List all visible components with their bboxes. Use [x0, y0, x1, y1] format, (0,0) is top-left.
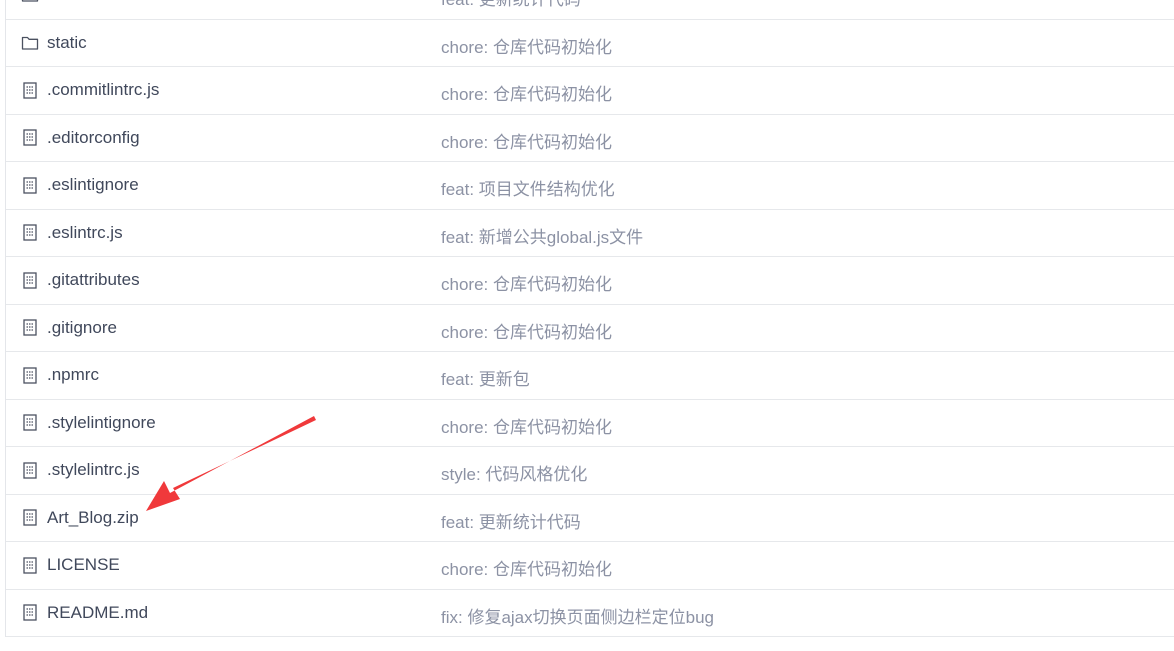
file-icon	[21, 129, 39, 147]
file-icon	[21, 556, 39, 574]
file-name[interactable]: .stylelintrc.js	[47, 460, 140, 480]
file-icon	[21, 414, 39, 432]
commit-message[interactable]: chore: 仓库代码初始化	[441, 80, 612, 105]
commit-message[interactable]: chore: 仓库代码初始化	[441, 413, 612, 438]
commit-message[interactable]: chore: 仓库代码初始化	[441, 318, 612, 343]
file-name[interactable]: Art_Blog.zip	[47, 508, 139, 528]
folder-icon	[21, 34, 39, 52]
commit-message[interactable]: feat: 更新统计代码	[441, 508, 581, 533]
commit-message[interactable]: chore: 仓库代码初始化	[441, 270, 612, 295]
file-icon	[21, 509, 39, 527]
file-name[interactable]: README.md	[47, 603, 148, 623]
file-row-eslintrc[interactable]: .eslintrc.js feat: 新增公共global.js文件	[6, 210, 1174, 257]
file-name[interactable]: .gitignore	[47, 318, 117, 338]
file-row-stylelintignore[interactable]: .stylelintignore chore: 仓库代码初始化	[6, 400, 1174, 447]
file-name[interactable]: .npmrc	[47, 365, 99, 385]
file-row-gitignore[interactable]: .gitignore chore: 仓库代码初始化	[6, 305, 1174, 352]
commit-message[interactable]: style: 代码风格优化	[441, 460, 587, 485]
commit-message[interactable]: chore: 仓库代码初始化	[441, 128, 612, 153]
commit-message[interactable]: feat: 更新统计代码	[441, 0, 581, 10]
file-icon	[21, 461, 39, 479]
commit-message[interactable]: chore: 仓库代码初始化	[441, 33, 612, 58]
commit-message[interactable]: feat: 更新包	[441, 365, 530, 390]
file-name[interactable]: .stylelintignore	[47, 413, 156, 433]
file-name[interactable]: src	[47, 0, 70, 5]
file-row-license[interactable]: LICENSE chore: 仓库代码初始化	[6, 542, 1174, 590]
file-name[interactable]: .gitattributes	[47, 270, 140, 290]
file-row-readme[interactable]: README.md fix: 修复ajax切换页面侧边栏定位bug	[6, 590, 1174, 637]
file-row-stylelintrc[interactable]: .stylelintrc.js style: 代码风格优化	[6, 447, 1174, 495]
file-row-npmrc[interactable]: .npmrc feat: 更新包	[6, 352, 1174, 400]
file-name[interactable]: .eslintrc.js	[47, 223, 123, 243]
file-icon	[21, 319, 39, 337]
file-icon	[21, 224, 39, 242]
file-name[interactable]: LICENSE	[47, 555, 120, 575]
commit-message[interactable]: fix: 修复ajax切换页面侧边栏定位bug	[441, 603, 714, 628]
commit-message[interactable]: chore: 仓库代码初始化	[441, 555, 612, 580]
file-row-src[interactable]: src feat: 更新统计代码	[6, 0, 1174, 20]
file-name[interactable]: .editorconfig	[47, 128, 140, 148]
commit-message[interactable]: feat: 新增公共global.js文件	[441, 223, 643, 248]
file-name[interactable]: .eslintignore	[47, 175, 139, 195]
file-row-art-blog-zip[interactable]: Art_Blog.zip feat: 更新统计代码	[6, 495, 1174, 542]
file-icon	[21, 604, 39, 622]
file-list: src feat: 更新统计代码 static chore: 仓库代码初始化 .…	[5, 0, 1174, 637]
file-row-static[interactable]: static chore: 仓库代码初始化	[6, 20, 1174, 67]
folder-icon	[21, 0, 39, 4]
file-icon	[21, 366, 39, 384]
file-icon	[21, 81, 39, 99]
commit-message[interactable]: feat: 项目文件结构优化	[441, 175, 615, 200]
file-row-eslintignore[interactable]: .eslintignore feat: 项目文件结构优化	[6, 162, 1174, 210]
file-name[interactable]: .commitlintrc.js	[47, 80, 159, 100]
file-icon	[21, 271, 39, 289]
file-row-commitlintrc[interactable]: .commitlintrc.js chore: 仓库代码初始化	[6, 67, 1174, 115]
file-name[interactable]: static	[47, 33, 87, 53]
file-row-gitattributes[interactable]: .gitattributes chore: 仓库代码初始化	[6, 257, 1174, 305]
file-row-editorconfig[interactable]: .editorconfig chore: 仓库代码初始化	[6, 115, 1174, 162]
file-icon	[21, 176, 39, 194]
